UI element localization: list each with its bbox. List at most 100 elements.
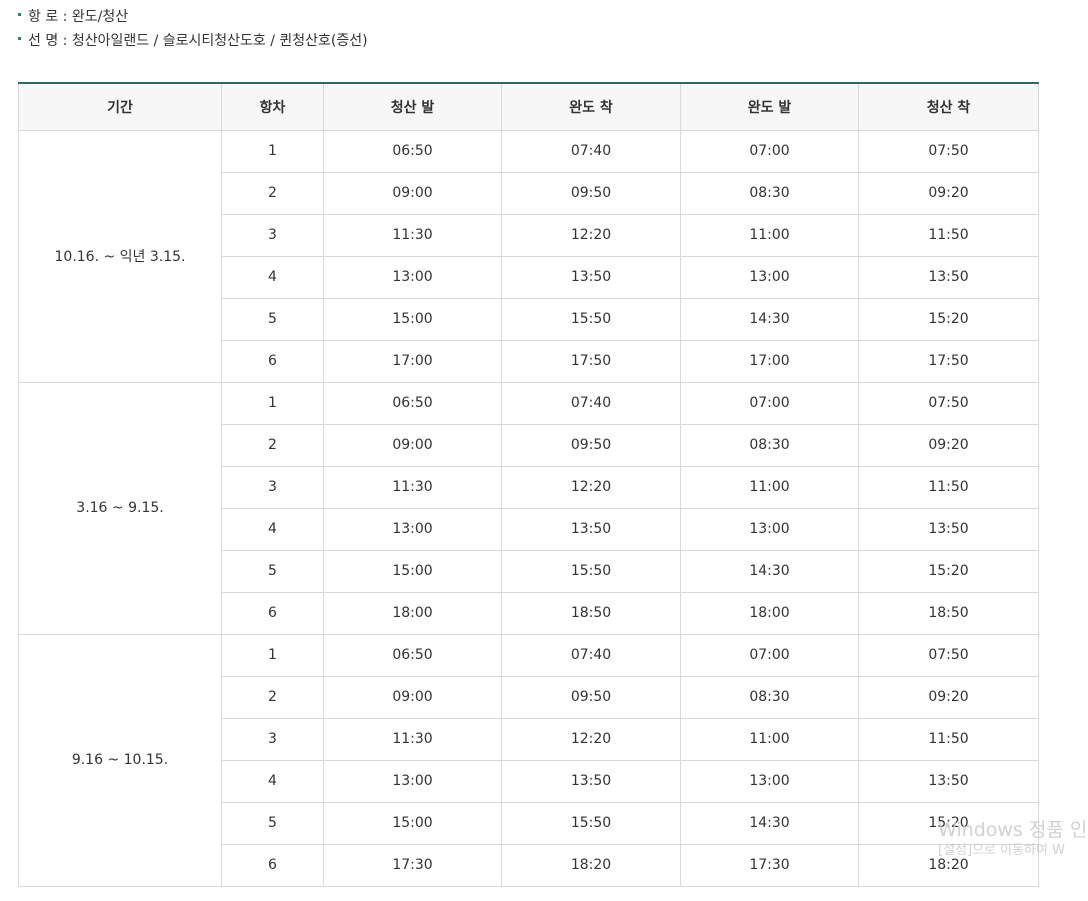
wando-depart-cell: 13:00 [680,255,859,299]
wando-depart-cell: 11:00 [680,717,859,761]
wando-depart-cell: 14:30 [680,801,859,845]
cheongsan-depart-cell: 06:50 [323,381,502,425]
voyage-cell: 6 [221,843,324,887]
cheongsan-arrive-cell: 13:50 [858,255,1039,299]
cheongsan-depart-cell: 17:30 [323,843,502,887]
period-cell: 3.16 ~ 9.15. [18,381,222,635]
table-row: 3.16 ~ 9.15. 1 06:50 07:40 07:00 07:50 [18,381,1039,635]
voyage-cell: 1 [221,381,324,425]
cheongsan-arrive-cell: 07:50 [858,129,1039,173]
voyage-cell: 1 [221,129,324,173]
cheongsan-arrive-cell: 09:20 [858,423,1039,467]
cheongsan-depart-cell: 18:00 [323,591,502,635]
voyage-cell: 6 [221,591,324,635]
wando-depart-cell: 18:00 [680,591,859,635]
voyage-cell: 4 [221,507,324,551]
wando-arrive-cell: 12:20 [501,465,681,509]
wando-depart-cell: 13:00 [680,759,859,803]
route-info-list: 항 로 : 완도/청산 선 명 : 청산아일랜드 / 슬로시티청산도호 / 퀸청… [18,6,368,54]
wando-depart-cell: 14:30 [680,297,859,341]
voyage-cell: 1 [221,633,324,677]
cheongsan-arrive-cell: 09:20 [858,675,1039,719]
wando-arrive-cell: 12:20 [501,213,681,257]
wando-arrive-cell: 13:50 [501,759,681,803]
wando-depart-cell: 11:00 [680,213,859,257]
cheongsan-depart-cell: 15:00 [323,297,502,341]
cheongsan-depart-cell: 06:50 [323,633,502,677]
wando-depart-cell: 17:00 [680,339,859,383]
wando-depart-cell: 07:00 [680,633,859,677]
timetable-body: 10.16. ~ 익년 3.15. 1 06:50 07:40 07:00 07:50 2 0… [18,129,1039,887]
cheongsan-depart-cell: 11:30 [323,717,502,761]
voyage-cell: 3 [221,465,324,509]
header-wando-arrive: 완도 착 [501,82,681,131]
wando-depart-cell: 11:00 [680,465,859,509]
header-row: 기간 항차 청산 발 완도 착 완도 발 청산 착 [18,82,1039,131]
ship-label: 선 명 : [28,33,68,49]
period-cell: 9.16 ~ 10.15. [18,633,222,887]
wando-arrive-cell: 18:20 [501,843,681,887]
cheongsan-depart-cell: 13:00 [323,759,502,803]
wando-arrive-cell: 09:50 [501,423,681,467]
cheongsan-depart-cell: 15:00 [323,549,502,593]
header-voyage: 항차 [221,82,324,131]
timetable-header: 기간 항차 청산 발 완도 착 완도 발 청산 착 [18,82,1039,131]
bullet-icon [18,37,21,40]
wando-arrive-cell: 15:50 [501,297,681,341]
ship-info-item: 선 명 : 청산아일랜드 / 슬로시티청산도호 / 퀸청산호(증선) [18,30,368,54]
wando-arrive-cell: 15:50 [501,549,681,593]
wando-arrive-cell: 07:40 [501,381,681,425]
ferry-timetable: 기간 항차 청산 발 완도 착 완도 발 청산 착 10.16. ~ 익년 3.… [18,82,1039,887]
header-cheongsan-arrive: 청산 착 [858,82,1039,131]
voyage-cell: 4 [221,759,324,803]
cheongsan-depart-cell: 11:30 [323,213,502,257]
cheongsan-depart-cell: 13:00 [323,507,502,551]
voyage-cell: 5 [221,549,324,593]
cheongsan-depart-cell: 09:00 [323,423,502,467]
wando-depart-cell: 08:30 [680,423,859,467]
ship-value: 청산아일랜드 / 슬로시티청산도호 / 퀸청산호(증선) [71,33,368,49]
cheongsan-arrive-cell: 17:50 [858,339,1039,383]
voyage-cell: 3 [221,717,324,761]
voyage-cell: 5 [221,801,324,845]
route-value: 완도/청산 [71,9,129,25]
wando-depart-cell: 07:00 [680,129,859,173]
wando-depart-cell: 07:00 [680,381,859,425]
cheongsan-arrive-cell: 15:20 [858,549,1039,593]
wando-depart-cell: 08:30 [680,171,859,215]
cheongsan-depart-cell: 09:00 [323,675,502,719]
cheongsan-arrive-cell: 13:50 [858,759,1039,803]
wando-arrive-cell: 09:50 [501,171,681,215]
voyage-cell: 3 [221,213,324,257]
wando-depart-cell: 13:00 [680,507,859,551]
wando-arrive-cell: 13:50 [501,255,681,299]
cheongsan-arrive-cell: 15:20 [858,801,1039,845]
wando-depart-cell: 08:30 [680,675,859,719]
voyage-cell: 2 [221,171,324,215]
cheongsan-arrive-cell: 11:50 [858,465,1039,509]
wando-depart-cell: 17:30 [680,843,859,887]
header-wando-depart: 완도 발 [680,82,859,131]
bullet-icon [18,13,21,16]
wando-arrive-cell: 15:50 [501,801,681,845]
route-info-item: 항 로 : 완도/청산 [18,6,368,30]
cheongsan-arrive-cell: 11:50 [858,213,1039,257]
cheongsan-depart-cell: 06:50 [323,129,502,173]
voyage-cell: 4 [221,255,324,299]
cheongsan-depart-cell: 15:00 [323,801,502,845]
header-period: 기간 [18,82,222,131]
cheongsan-arrive-cell: 15:20 [858,297,1039,341]
cheongsan-depart-cell: 11:30 [323,465,502,509]
cheongsan-arrive-cell: 18:50 [858,591,1039,635]
voyage-cell: 6 [221,339,324,383]
header-cheongsan-depart: 청산 발 [323,82,502,131]
wando-arrive-cell: 12:20 [501,717,681,761]
cheongsan-arrive-cell: 18:20 [858,843,1039,887]
wando-arrive-cell: 18:50 [501,591,681,635]
cheongsan-depart-cell: 09:00 [323,171,502,215]
cheongsan-arrive-cell: 11:50 [858,717,1039,761]
cheongsan-depart-cell: 13:00 [323,255,502,299]
period-cell: 10.16. ~ 익년 3.15. [18,129,222,383]
wando-arrive-cell: 07:40 [501,633,681,677]
wando-arrive-cell: 17:50 [501,339,681,383]
